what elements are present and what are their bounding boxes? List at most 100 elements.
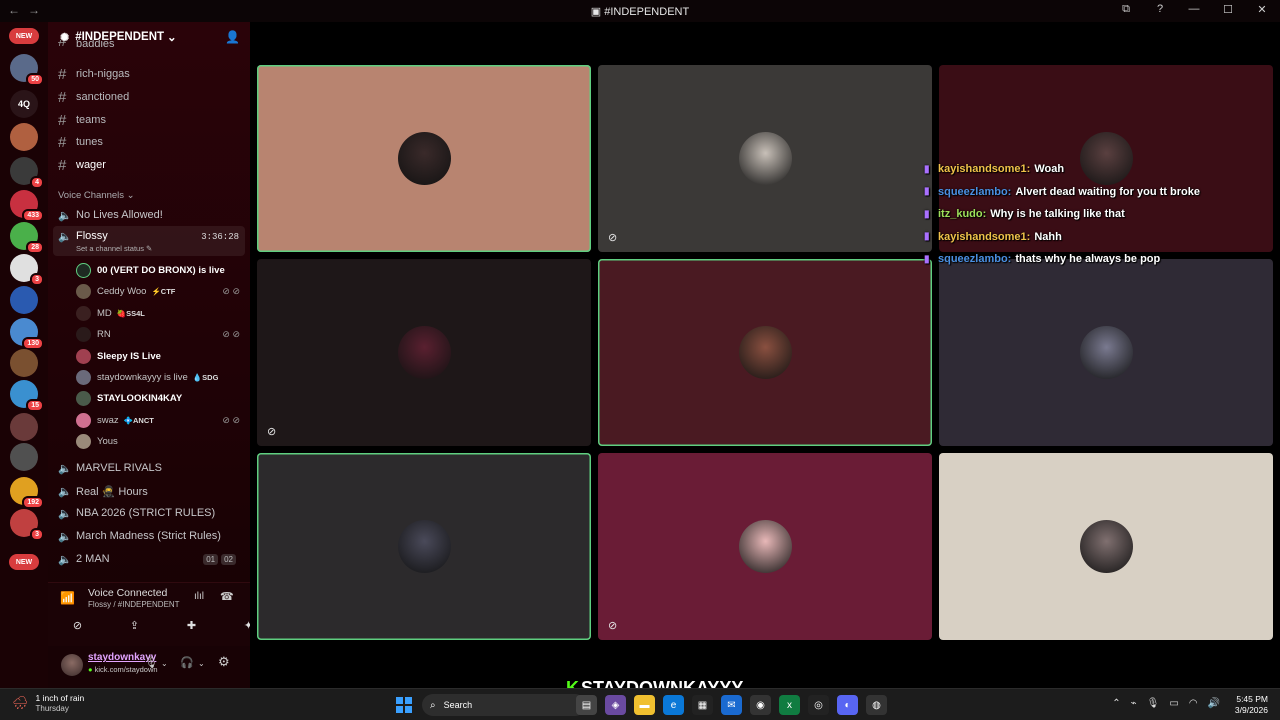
excel-icon[interactable]: x [779, 695, 800, 715]
voice-channels-label[interactable]: Voice Channels ⌄ [58, 190, 135, 201]
server-icon-15[interactable]: 3 [10, 509, 44, 541]
volume-icon[interactable]: 🔊 [1208, 698, 1220, 709]
speaker-icon: 🔈 [58, 553, 72, 566]
app-icon[interactable]: ◍ [866, 695, 887, 715]
title-bar: ←→ ▣ #INDEPENDENT ⧉ ? — ☐ ✕ [0, 0, 1280, 22]
chevron-down-icon[interactable]: ⌄ [198, 659, 205, 668]
voice-member[interactable]: RN ⊘ ⊘ [76, 325, 242, 343]
display-icon[interactable]: ▭ [1169, 698, 1178, 709]
server-icon-14[interactable]: 192 [10, 477, 44, 509]
signal-icon[interactable]: 📶 [60, 591, 75, 605]
voice-member[interactable]: swaz 💠ANCT ⊘ ⊘ [76, 411, 242, 429]
server-icon-8[interactable] [10, 286, 38, 314]
chevron-up-icon[interactable]: ⌃ [1112, 698, 1120, 709]
discord-icon[interactable]: ◐ [837, 695, 858, 715]
microphone-icon[interactable]: 🎙 [144, 656, 158, 669]
obs-icon[interactable]: ◎ [808, 695, 829, 715]
video-tile[interactable] [939, 453, 1273, 640]
voice-channel[interactable]: 🔈 2 MAN 01 02 [58, 550, 242, 568]
start-button[interactable] [396, 697, 412, 713]
server-icon-1[interactable]: 50 [10, 54, 44, 86]
channel-status[interactable]: Set a channel status ✎ [76, 244, 152, 253]
voice-channel[interactable]: 🔈 NBA 2026 (STRICT RULES) [58, 504, 242, 522]
video-tile[interactable] [598, 259, 932, 446]
weather-widget[interactable]: 🌧 1 inch of rain Thursday [12, 693, 84, 713]
edge-icon[interactable]: e [663, 695, 684, 715]
text-channel[interactable]: # wager [58, 156, 106, 174]
avatar[interactable] [61, 654, 83, 676]
outlook-icon[interactable]: ✉ [721, 695, 742, 715]
text-channel[interactable]: # tunes [58, 133, 103, 151]
voice-member[interactable]: Sleepy IS Live [76, 347, 242, 365]
video-tile[interactable]: ⊘ [598, 453, 932, 640]
inbox-icon[interactable]: ⧉ [1118, 3, 1134, 16]
camera-off-button[interactable]: ⊘ [54, 615, 101, 635]
avatar [739, 520, 792, 573]
voice-member[interactable]: 00 (VERT DO BRONX) is live [76, 261, 242, 279]
close-button[interactable]: ✕ [1254, 3, 1270, 16]
speaker-icon: 🔈 [58, 209, 72, 222]
wifi-icon[interactable]: ◠ [1189, 698, 1198, 709]
voice-member[interactable]: Ceddy Woo ⚡CTF ⊘ ⊘ [76, 282, 242, 300]
server-icon-2[interactable]: 4Q [10, 90, 38, 118]
voice-channel-name: NBA 2026 (STRICT RULES) [76, 507, 216, 519]
server-icon-16[interactable]: NEW [9, 554, 39, 570]
video-tile[interactable] [257, 453, 591, 640]
activities-button[interactable]: ✚ [168, 615, 215, 635]
chevron-down-icon: ⌄ [167, 32, 177, 44]
voice-channel[interactable]: 🔈 MARVEL RIVALS [58, 459, 242, 477]
file-explorer-icon[interactable]: ▬ [634, 695, 655, 715]
widgets-icon[interactable]: ◈ [605, 695, 626, 715]
voice-channel-active[interactable]: 🔈 Flossy 3:36:28 Set a channel status ✎ [53, 226, 245, 256]
screen-share-button[interactable]: ⇪ [111, 615, 158, 635]
user-panel: staydownkayy ● kick.com/staydown 🎙 ⌄ 🎧 ⌄… [48, 646, 250, 688]
video-tile[interactable] [257, 65, 591, 252]
unread-badge: 4 [30, 176, 44, 189]
add-member-icon[interactable]: 👤 [225, 30, 240, 44]
chat-message: ▮ kayishandsome1: Nahh [924, 226, 1264, 249]
voice-status-subtitle[interactable]: Flossy / #INDEPENDENT [88, 600, 180, 609]
server-icon-11[interactable]: 15 [10, 380, 44, 412]
server-icon-7[interactable]: 3 [10, 254, 44, 286]
search-input[interactable]: ⌕ Search [422, 694, 586, 716]
gear-icon[interactable]: ⚙ [218, 654, 230, 670]
video-tile[interactable]: ⊘ [598, 65, 932, 252]
task-view-icon[interactable]: ▤ [576, 695, 597, 715]
server-icon-5[interactable]: 433 [10, 190, 44, 222]
minimize-button[interactable]: — [1186, 3, 1202, 16]
window-title-text: #INDEPENDENT [604, 6, 690, 18]
server-icon-0[interactable]: NEW [9, 28, 39, 44]
server-icon-12[interactable] [10, 413, 38, 441]
headphones-icon[interactable]: 🎧 [180, 656, 194, 669]
voice-member[interactable]: STAYLOOKIN4KAY [76, 389, 242, 407]
server-icon-10[interactable] [10, 349, 38, 377]
bluetooth-icon[interactable]: ⌁ [1131, 698, 1137, 709]
server-icon-13[interactable] [10, 443, 38, 471]
voice-channel[interactable]: 🔈 Real 🥷 Hours [58, 482, 242, 500]
video-tile[interactable]: ⊘ [257, 259, 591, 446]
chrome-icon[interactable]: ◉ [750, 695, 771, 715]
text-channel[interactable]: # baddies [58, 40, 115, 50]
voice-channel[interactable]: 🔈 March Madness (Strict Rules) [58, 527, 242, 545]
server-icon-6[interactable]: 28 [10, 222, 44, 254]
disconnect-icon[interactable]: ☎ [220, 590, 234, 603]
help-icon[interactable]: ? [1152, 3, 1168, 16]
voice-channel[interactable]: 🔈 No Lives Allowed! [58, 206, 242, 224]
text-channel[interactable]: # sanctioned [58, 88, 129, 106]
voice-member[interactable]: MD 🍓SS4L [76, 304, 242, 322]
text-channel[interactable]: # rich-niggas [58, 65, 130, 83]
video-tile[interactable] [939, 259, 1273, 446]
clock[interactable]: 5:45 PM 3/9/2026 [1235, 694, 1268, 716]
server-icon-3[interactable] [10, 123, 38, 151]
text-channel[interactable]: # teams [58, 111, 106, 129]
server-icon-4[interactable]: 4 [10, 157, 44, 189]
server-icon-9[interactable]: 130 [10, 318, 44, 350]
noise-suppression-icon[interactable]: ılıl [194, 591, 204, 602]
voice-member[interactable]: staydownkayyy is live 💧SDG [76, 368, 242, 386]
microphone-icon[interactable]: 🎙 [1147, 698, 1160, 709]
unread-badge: 3 [30, 273, 44, 286]
voice-member[interactable]: Yous [76, 432, 242, 450]
store-icon[interactable]: ▦ [692, 695, 713, 715]
chevron-down-icon[interactable]: ⌄ [161, 659, 168, 668]
maximize-button[interactable]: ☐ [1220, 3, 1236, 16]
